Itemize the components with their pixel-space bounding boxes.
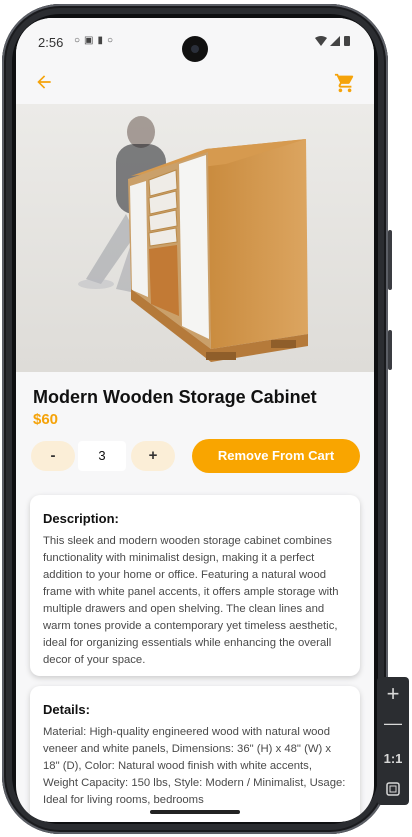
- cabinet-photo: [16, 104, 374, 372]
- fit-screen-icon[interactable]: [377, 781, 409, 802]
- status-time: 2:56: [38, 35, 64, 50]
- front-camera-icon: [182, 36, 208, 62]
- increase-quantity-button[interactable]: +: [131, 441, 175, 471]
- product-title: Modern Wooden Storage Cabinet: [33, 387, 317, 407]
- product-image: [16, 104, 374, 372]
- shopping-cart-icon: [334, 73, 354, 93]
- quantity-field[interactable]: 3: [78, 441, 126, 471]
- home-gesture-bar[interactable]: [150, 810, 240, 814]
- emulator-toolbar: + — 1:1: [377, 677, 409, 805]
- status-notification-icons: ○▣▮○: [74, 35, 118, 46]
- cart-button[interactable]: [334, 72, 358, 96]
- back-button[interactable]: [32, 72, 56, 96]
- zoom-in-icon[interactable]: +: [377, 681, 409, 707]
- arrow-back-icon: [37, 75, 51, 89]
- remove-from-cart-button[interactable]: Remove From Cart: [192, 439, 360, 473]
- details-text: Material: High-quality engineered wood w…: [43, 726, 346, 806]
- phone-screen: 2:56 ○▣▮○ Modern Wooden Storage Cabinet …: [16, 18, 374, 822]
- details-heading: Details:: [43, 702, 90, 717]
- wifi-signal-battery-icon: [315, 36, 350, 46]
- description-heading: Description:: [43, 511, 119, 526]
- decrease-quantity-button[interactable]: -: [31, 441, 75, 471]
- volume-up-button[interactable]: [388, 230, 392, 290]
- description-card: Description: This sleek and modern woode…: [30, 495, 360, 676]
- status-system-icons: [314, 35, 352, 50]
- description-text: This sleek and modern wooden storage cab…: [43, 535, 339, 666]
- product-price: $60: [33, 411, 59, 428]
- details-card: Details: Material: High-quality engineer…: [30, 686, 360, 822]
- zoom-out-icon[interactable]: —: [377, 713, 409, 734]
- status-bar: 2:56 ○▣▮○: [16, 18, 374, 64]
- actual-size-button[interactable]: 1:1: [377, 751, 409, 766]
- app-bar: [16, 64, 374, 104]
- power-button[interactable]: [388, 330, 392, 370]
